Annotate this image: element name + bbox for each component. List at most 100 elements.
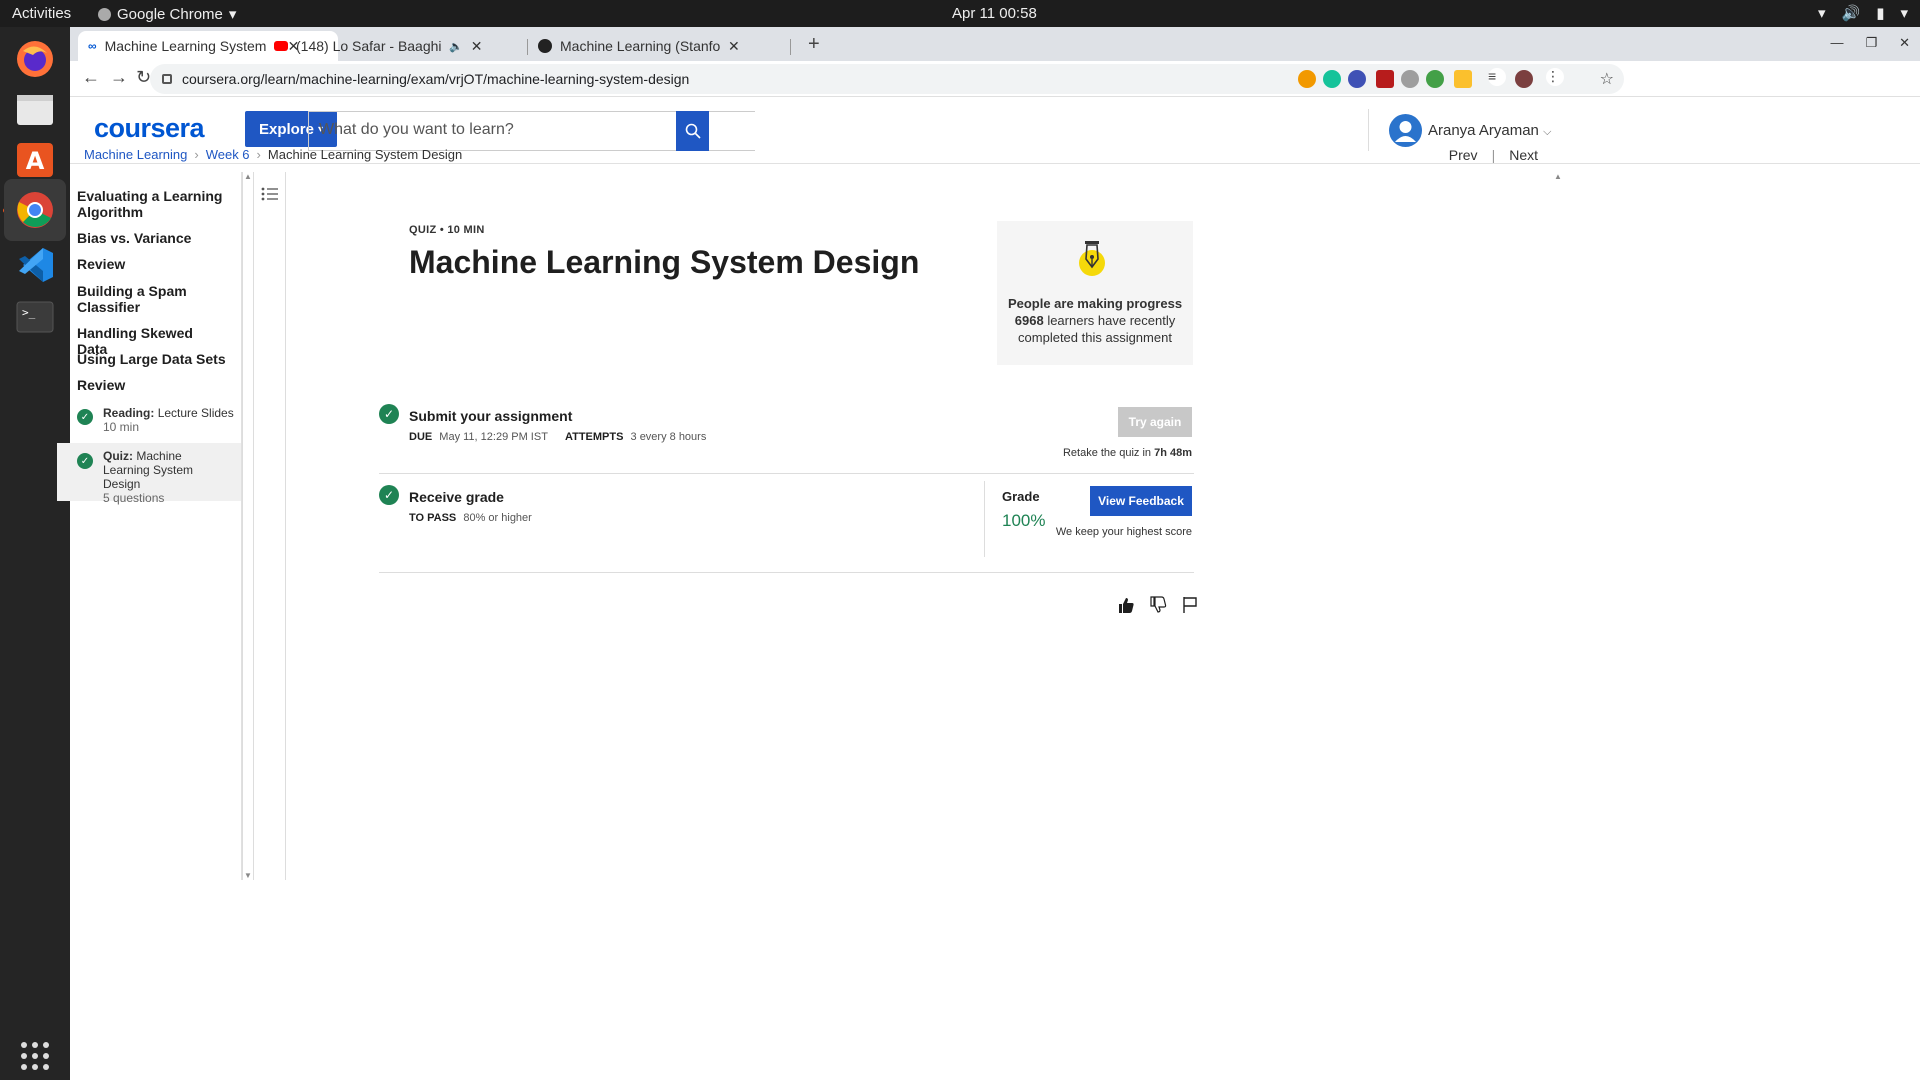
attempts-value: 3 every 8 hours [630, 431, 707, 443]
breadcrumb-current: Machine Learning System Design [267, 147, 463, 162]
sidebar-heading[interactable]: Review [77, 377, 227, 393]
close-tab-icon[interactable]: ✕ [471, 38, 483, 55]
close-tab-icon[interactable]: ✕ [728, 38, 740, 55]
clock[interactable]: Apr 11 00:58 [952, 5, 1037, 22]
menu-kebab-icon[interactable]: ⋮ [1546, 68, 1564, 86]
software-center-icon[interactable]: A [11, 135, 59, 183]
sidebar-heading[interactable]: Using Large Data Sets [77, 351, 227, 367]
chrome-small-icon [98, 7, 111, 21]
list-icon[interactable] [261, 186, 279, 202]
extension-green-icon[interactable] [1426, 70, 1444, 88]
extension-cookie-icon[interactable] [1298, 70, 1316, 88]
toggle-outline [254, 172, 286, 880]
close-window-icon[interactable]: ✕ [1899, 35, 1910, 51]
search-button[interactable] [676, 111, 709, 151]
system-tray[interactable]: ▾ 🔊 ▮ ▾ [1818, 4, 1908, 22]
breadcrumb-week[interactable]: Week 6 [206, 147, 250, 162]
prev-link[interactable]: Prev [1449, 147, 1478, 163]
extension-vpn-icon[interactable] [1454, 70, 1472, 88]
next-link[interactable]: Next [1509, 147, 1538, 163]
extension-grammarly-icon[interactable] [1323, 70, 1341, 88]
chevron-right-icon: › [256, 147, 261, 162]
user-icon [1395, 121, 1416, 142]
grade-section: ✓ Receive grade TO PASS 80% or higher Gr… [379, 481, 1194, 573]
retake-time: 7h 48m [1154, 447, 1192, 459]
browser-toolbar: ← → ↻ coursera.org/learn/machine-learnin… [70, 61, 1920, 97]
grade-divider [984, 481, 985, 557]
volume-icon: 🔊 [1841, 5, 1861, 22]
caret-down-icon: ▾ [228, 6, 237, 23]
terminal-icon[interactable]: >_ [11, 293, 59, 341]
tab-strip: ∞ Machine Learning System ✕ (148) Lo Saf… [70, 27, 1920, 61]
chevron-down-icon: ⌵ [1543, 126, 1552, 138]
page-title: Machine Learning System Design [409, 244, 920, 280]
highest-score-note: We keep your highest score [1055, 526, 1192, 538]
grade-title: Receive grade [409, 489, 504, 505]
header-divider [1368, 109, 1369, 151]
view-feedback-button[interactable]: View Feedback [1090, 486, 1192, 516]
grade-value: 100% [1002, 511, 1046, 530]
flag-icon[interactable] [1181, 596, 1199, 614]
extension-voice-icon[interactable] [1348, 70, 1366, 88]
forward-arrow-icon[interactable]: → [110, 67, 128, 88]
firefox-icon[interactable] [11, 35, 59, 83]
breadcrumb-course[interactable]: Machine Learning [84, 147, 187, 162]
sidebar-heading[interactable]: Bias vs. Variance [77, 230, 227, 246]
activities-button[interactable]: Activities [12, 5, 71, 22]
progress-text-2: completed this assignment [1018, 330, 1172, 345]
scroll-up-icon[interactable]: ▲ [244, 172, 252, 181]
new-tab-icon[interactable]: + [808, 33, 820, 56]
tab-github[interactable]: Machine Learning (Stanfo ✕ [528, 31, 788, 61]
nav-divider: | [1491, 147, 1496, 163]
back-arrow-icon[interactable]: ← [82, 67, 100, 88]
user-name: Aranya Aryaman [1428, 122, 1539, 139]
tab-youtube[interactable]: (148) Lo Safar - Baaghi 🔈 ✕ [264, 31, 524, 61]
scroll-up-icon[interactable]: ▲ [1554, 172, 1562, 181]
thumbs-down-icon[interactable] [1149, 596, 1167, 614]
files-icon[interactable] [11, 85, 59, 133]
scroll-down-icon[interactable]: ▼ [244, 871, 252, 880]
speaker-icon[interactable]: 🔈 [449, 40, 463, 53]
coursera-logo[interactable]: coursera [94, 113, 205, 144]
sidebar-scrollbar[interactable]: ▲ ▼ [242, 172, 254, 880]
user-avatar[interactable] [1389, 114, 1422, 147]
reading-list-icon[interactable]: ≡ [1488, 68, 1506, 86]
bookmark-star-icon[interactable]: ☆ [1600, 69, 1614, 89]
submit-section: ✓ Submit your assignment DUE May 11, 12:… [379, 404, 1194, 474]
user-menu[interactable]: Aranya Aryaman ⌵ [1428, 122, 1551, 139]
learner-count: 6968 [1014, 313, 1044, 328]
app-menu[interactable]: Google Chrome ▾ [98, 5, 236, 23]
coursera-favicon-icon: ∞ [88, 39, 97, 53]
app-grid-icon[interactable] [11, 1032, 59, 1080]
profile-avatar-icon[interactable] [1515, 70, 1533, 88]
main-content: QUIZ • 10 MIN Machine Learning System De… [287, 172, 1557, 880]
item-meta: 10 min [103, 420, 140, 434]
submit-title: Submit your assignment [409, 408, 573, 424]
page-scrollbar[interactable]: ▲ [1553, 172, 1563, 880]
due-value: May 11, 12:29 PM IST [439, 431, 548, 443]
battery-icon: ▮ [1876, 5, 1885, 22]
svg-text:A: A [26, 147, 45, 175]
item-title: Lecture Slides [157, 406, 234, 420]
sidebar-heading[interactable]: Evaluating a Learning Algorithm [77, 188, 227, 220]
extension-user-icon[interactable] [1401, 70, 1419, 88]
extension-calendar-icon[interactable] [1376, 70, 1394, 88]
reload-icon[interactable]: ↻ [136, 67, 151, 88]
sidebar-item-quiz[interactable]: ✓ Quiz: Machine Learning System Design 5… [57, 443, 241, 505]
vscode-icon[interactable] [11, 241, 59, 289]
quiz-meta: QUIZ • 10 MIN [409, 224, 485, 236]
maximize-icon[interactable]: ❐ [1865, 35, 1877, 51]
sidebar-heading[interactable]: Review [77, 256, 227, 272]
check-icon: ✓ [77, 453, 93, 469]
item-meta: 5 questions [103, 491, 165, 505]
minimize-icon[interactable]: — [1830, 35, 1843, 51]
try-again-button[interactable]: Try again [1118, 407, 1192, 437]
sidebar-item-reading[interactable]: ✓ Reading: Lecture Slides 10 min [57, 400, 241, 440]
thumbs-up-icon[interactable] [1117, 596, 1135, 614]
search-icon [685, 123, 701, 139]
sidebar-heading[interactable]: Building a Spam Classifier [77, 283, 227, 315]
chevron-right-icon: › [194, 147, 199, 162]
app-name: Google Chrome [117, 5, 223, 23]
retake-text: Retake the quiz in [1062, 447, 1152, 459]
check-icon: ✓ [379, 404, 399, 424]
